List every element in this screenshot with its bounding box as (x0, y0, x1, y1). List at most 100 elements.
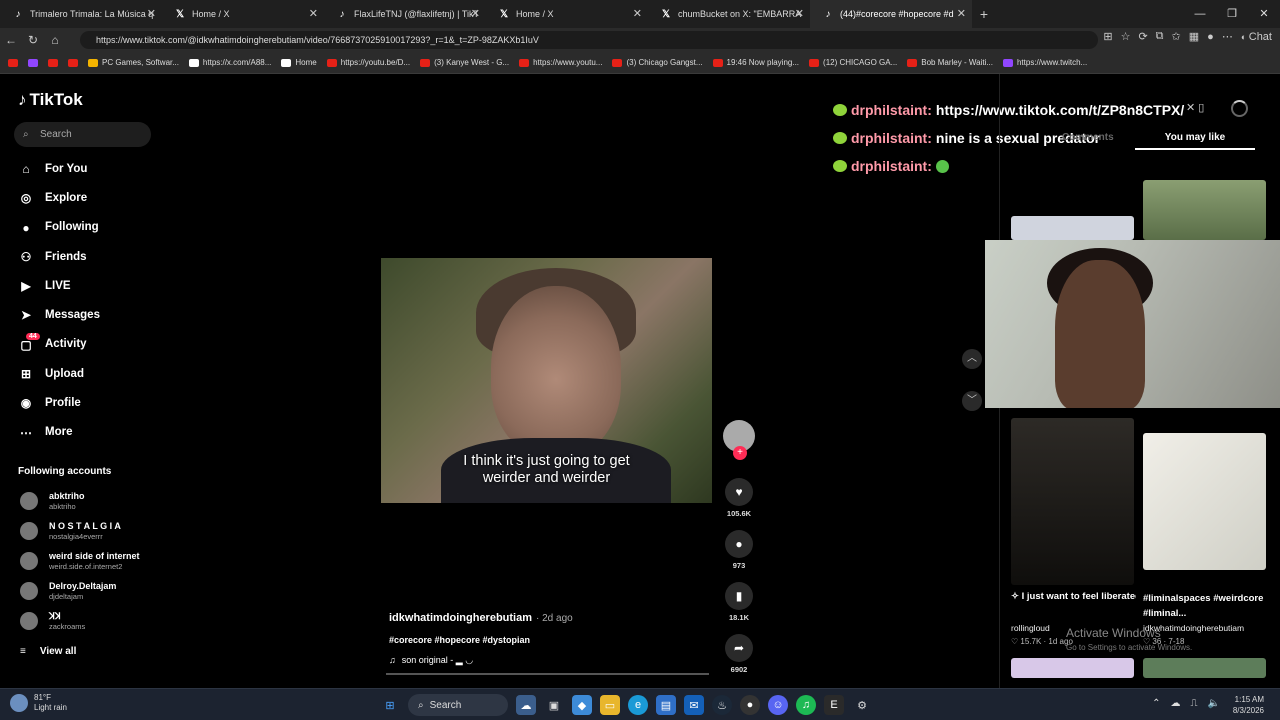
profile-avatar-icon[interactable]: ● (1207, 31, 1214, 43)
video-thumbnail[interactable] (1011, 658, 1134, 678)
bookmark-item[interactable]: Bob Marley - Waiti... (907, 58, 993, 67)
task-view-icon[interactable]: ▣ (544, 695, 564, 715)
sidebar-item-profile[interactable]: ◉ Profile (0, 388, 165, 417)
browser-tab[interactable]: 𝕏 Home / X ✕ (162, 0, 324, 28)
view-all-link[interactable]: ≡ View all (20, 646, 76, 657)
video-thumbnail[interactable] (1143, 180, 1266, 240)
sidebar-item-more[interactable]: ⋯ More (0, 418, 165, 447)
refresh-extension-icon[interactable]: ⟳ (1138, 30, 1147, 43)
bookmark-item[interactable] (68, 58, 78, 67)
minimize-icon[interactable]: — (1184, 0, 1216, 28)
reload-icon[interactable]: ↻ (22, 33, 44, 47)
epic-games-icon[interactable]: E (824, 695, 844, 715)
close-tab-icon[interactable]: ✕ (471, 7, 480, 20)
bookmark-item[interactable]: https://youtu.be/D... (326, 58, 410, 67)
bookmark-item[interactable]: 19:46 Now playing... (712, 58, 799, 67)
bookmark-item[interactable]: (3) Kanye West - G... (420, 58, 509, 67)
hashtags[interactable]: #corecore #hopecore #dystopian (389, 635, 719, 645)
tab-you-may-like[interactable]: You may like (1135, 132, 1255, 150)
share-button[interactable]: ➦ 6902 (722, 634, 756, 674)
following-account[interactable]: ꓘꓘ zackroams (20, 608, 160, 638)
search-input[interactable]: ⌕ Search (14, 122, 151, 147)
bookmark-item[interactable]: Home (281, 58, 317, 67)
close-tab-icon[interactable]: ✕ (957, 7, 966, 20)
new-tab-button[interactable]: + (972, 6, 996, 22)
close-small-icon[interactable]: ✕ ▯ (1186, 101, 1204, 114)
video-thumbnail[interactable] (1011, 418, 1134, 585)
bookmark-item[interactable] (8, 58, 18, 67)
video-player[interactable]: I think it's just going to get weirder a… (381, 258, 712, 503)
close-tab-icon[interactable]: ✕ (795, 7, 804, 20)
author-avatar[interactable]: + (722, 420, 756, 460)
bookmark-item[interactable]: PC Games, Softwar... (88, 58, 179, 67)
sidebar-item-upload[interactable]: ⊞ Upload (0, 359, 165, 388)
back-icon[interactable]: ← (0, 33, 22, 47)
sound-link[interactable]: ♫ son original - ▂ ◡ (389, 655, 719, 666)
card-title[interactable]: ✧ I just want to feel liberated, I, I, n… (1011, 591, 1136, 602)
bookmark-item[interactable]: https://www.twitch... (1002, 58, 1087, 67)
cloud-icon[interactable]: ☁ (1171, 698, 1181, 709)
file-explorer-icon[interactable]: ▭ (600, 695, 620, 715)
clock[interactable]: 1:15 AM 8/3/2026 (1233, 694, 1264, 716)
video-progress-bar[interactable] (386, 673, 709, 675)
extensions-icon[interactable]: ⧉ (1156, 30, 1164, 43)
settings-icon[interactable]: ⚙ (852, 695, 872, 715)
comment-button[interactable]: ● 973 (722, 530, 756, 570)
favorites-icon[interactable]: ✩ (1172, 30, 1181, 43)
following-account[interactable]: N O S T A L G I Anostalgia4everrr (20, 518, 160, 548)
close-tab-icon[interactable]: ✕ (147, 7, 156, 20)
menu-dots-icon[interactable]: ⋯ (1222, 30, 1233, 43)
bookmark-item[interactable]: (12) CHICAGO GA... (809, 58, 897, 67)
video-thumbnail[interactable] (1143, 433, 1266, 570)
outlook-icon[interactable]: ✉ (684, 695, 704, 715)
bookmark-item[interactable]: https://www.youtu... (519, 58, 602, 67)
following-account[interactable]: Delroy.Deltajam djdeltajam (20, 578, 160, 608)
browser-tab[interactable]: 𝕏chumBucket on X: "EMBARRASSE✕ (648, 0, 810, 28)
store-icon[interactable]: ▤ (656, 695, 676, 715)
chevron-up-icon[interactable]: ⌃ (1152, 698, 1160, 709)
browser-tab[interactable]: ♪ Trimalero Trimala: La Música que l ✕ (0, 0, 162, 28)
favorite-star-icon[interactable]: ☆ (1121, 30, 1131, 43)
taskbar-search[interactable]: ⌕ Search (408, 694, 508, 716)
url-field[interactable]: https://www.tiktok.com/@idkwhatimdoinghe… (80, 31, 1098, 49)
spotify-icon[interactable]: ♫ (796, 695, 816, 715)
discord-icon[interactable]: ☺ (768, 695, 788, 715)
windows-start-icon[interactable]: ⊞ (380, 695, 400, 715)
copilot-icon[interactable]: ◆ (572, 695, 592, 715)
copilot-chat-button[interactable]: ◐ Chat (1241, 31, 1272, 43)
sidebar-item-following[interactable]: ● Following (0, 213, 165, 242)
sidebar-item-messages[interactable]: ➤ Messages (0, 300, 165, 329)
tab-comments[interactable]: Comments (1062, 132, 1114, 143)
widgets-icon[interactable]: ☁ (516, 695, 536, 715)
bookmark-item[interactable]: https://x.com/A88... (188, 58, 271, 67)
apps-icon[interactable]: ⊞ (1103, 30, 1112, 43)
sidebar-item-live[interactable]: ▶ LIVE (0, 271, 165, 300)
video-thumbnail[interactable] (1143, 658, 1266, 678)
card-title[interactable]: #liminalspaces #weirdcore #liminal... (1143, 591, 1268, 621)
weather-widget[interactable]: 81°F Light rain (10, 693, 67, 713)
collections-icon[interactable]: ▦ (1189, 30, 1199, 43)
home-icon[interactable]: ⌂ (44, 33, 66, 47)
bookmark-button[interactable]: ▮ 18.1K (722, 582, 756, 622)
sidebar-item-for-you[interactable]: ⌂ For You (0, 154, 165, 183)
sidebar-item-explore[interactable]: ◎ Explore (0, 183, 165, 212)
bookmark-item[interactable]: (3) Chicago Gangst... (612, 58, 703, 67)
sidebar-item-friends[interactable]: ⚇ Friends (0, 242, 165, 271)
close-tab-icon[interactable]: ✕ (309, 7, 318, 20)
browser-tab-active[interactable]: ♪ (44)#corecore #hopecore #d ✕ (810, 0, 972, 28)
card-author[interactable]: rollingloud (1011, 623, 1050, 633)
follow-plus-icon[interactable]: + (733, 446, 747, 460)
following-account[interactable]: abktriho abktriho (20, 488, 160, 518)
maximize-icon[interactable]: ❐ (1216, 0, 1248, 28)
close-tab-icon[interactable]: ✕ (633, 7, 642, 20)
close-window-icon[interactable]: ✕ (1248, 0, 1280, 28)
browser-tab[interactable]: ♪ FlaxLifeTNJ (@flaxlifetnj) | TikTok ✕ (324, 0, 486, 28)
network-icon[interactable]: ⎍ (1191, 698, 1198, 709)
like-button[interactable]: ♥ 105.6K (722, 478, 756, 518)
bookmark-item[interactable] (28, 58, 38, 67)
following-account[interactable]: weird side of internet weird.side.of.inte… (20, 548, 160, 578)
video-thumbnail[interactable] (1011, 216, 1134, 240)
obs-icon[interactable]: ● (740, 695, 760, 715)
edge-icon[interactable]: e (628, 695, 648, 715)
steam-icon[interactable]: ♨ (712, 695, 732, 715)
